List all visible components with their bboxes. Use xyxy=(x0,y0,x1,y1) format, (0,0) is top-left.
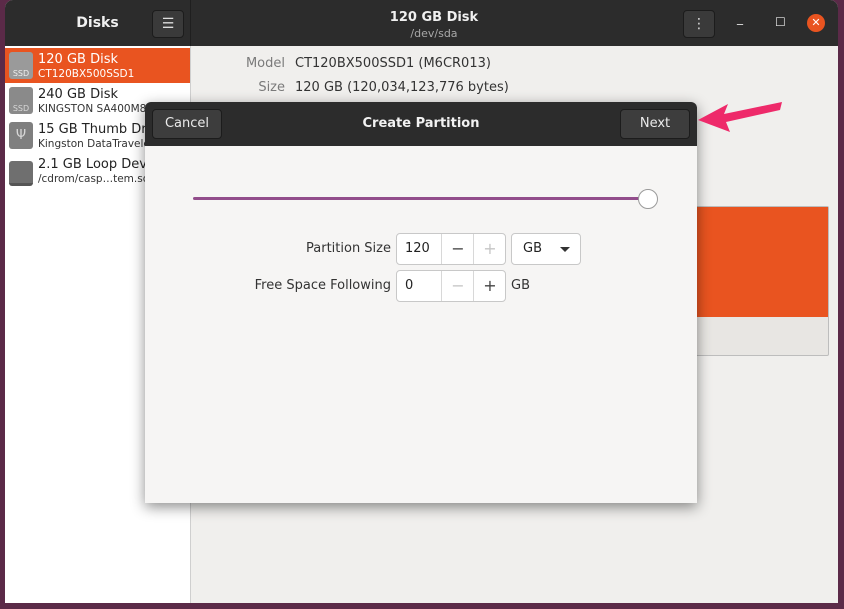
free-space-value[interactable]: 0 xyxy=(405,278,413,293)
next-button[interactable]: Next xyxy=(620,109,690,139)
drive-name: 2.1 GB Loop Devic xyxy=(38,157,158,172)
drive-name: 240 GB Disk xyxy=(38,87,118,102)
partition-size-slider[interactable] xyxy=(193,197,648,200)
dropdown-arrow-icon xyxy=(560,247,570,252)
create-partition-dialog: Cancel Create Partition Next Partition S… xyxy=(145,102,697,503)
hamburger-menu-button[interactable]: ☰ xyxy=(152,10,184,38)
partition-size-value[interactable]: 120 xyxy=(405,241,430,256)
sidebar-header: Disks ☰ xyxy=(5,0,191,46)
partition-size-stepper[interactable]: 120 − + xyxy=(396,233,506,265)
ssd-icon: SSD xyxy=(9,87,33,114)
hamburger-menu-icon: ☰ xyxy=(161,16,175,32)
loop-device-icon xyxy=(9,161,33,186)
drive-model: Kingston DataTravele xyxy=(38,138,150,150)
model-label: Model xyxy=(245,56,285,71)
dialog-title: Create Partition xyxy=(362,116,480,131)
size-unit-dropdown[interactable]: GB xyxy=(511,233,581,265)
disk-subtitle: /dev/sda xyxy=(410,27,458,40)
drive-path: /cdrom/casp…tem.sq xyxy=(38,173,150,185)
partition-size-label: Partition Size xyxy=(306,241,391,256)
usb-icon: Ψ xyxy=(9,122,33,149)
close-icon[interactable]: ✕ xyxy=(807,14,825,32)
model-value: CT120BX500SSD1 (M6CR013) xyxy=(295,56,491,71)
size-label: Size xyxy=(258,80,285,95)
minimize-icon[interactable]: _ xyxy=(737,11,743,25)
drive-item-120gb[interactable]: SSD 120 GB Disk CT120BX500SSD1 xyxy=(5,48,190,83)
increase-icon[interactable]: + xyxy=(473,234,505,264)
increase-icon[interactable]: + xyxy=(473,271,505,301)
drive-model: CT120BX500SSD1 xyxy=(38,68,135,80)
free-space-stepper[interactable]: 0 − + xyxy=(396,270,506,302)
free-space-label: Free Space Following xyxy=(254,278,391,293)
dialog-headerbar: Cancel Create Partition Next xyxy=(145,102,697,146)
headerbar: Disks ☰ 120 GB Disk /dev/sda ⋮ _ ☐ ✕ xyxy=(5,0,838,46)
drive-model: KINGSTON SA400M8 xyxy=(38,103,147,115)
disk-title: 120 GB Disk xyxy=(389,10,479,25)
maximize-icon[interactable]: ☐ xyxy=(775,15,786,29)
kebab-menu-icon: ⋮ xyxy=(692,16,706,32)
drive-options-button[interactable]: ⋮ xyxy=(683,10,715,38)
free-space-unit: GB xyxy=(511,278,530,293)
drive-name: 15 GB Thumb Driv xyxy=(38,122,158,137)
size-value: 120 GB (120,034,123,776 bytes) xyxy=(295,80,509,95)
decrease-icon[interactable]: − xyxy=(441,271,474,301)
size-unit-value: GB xyxy=(523,241,542,256)
annotation-arrow-icon xyxy=(698,102,782,132)
drive-name: 120 GB Disk xyxy=(38,52,118,67)
ssd-icon: SSD xyxy=(9,52,33,79)
slider-handle[interactable] xyxy=(638,189,658,209)
decrease-icon[interactable]: − xyxy=(441,234,474,264)
